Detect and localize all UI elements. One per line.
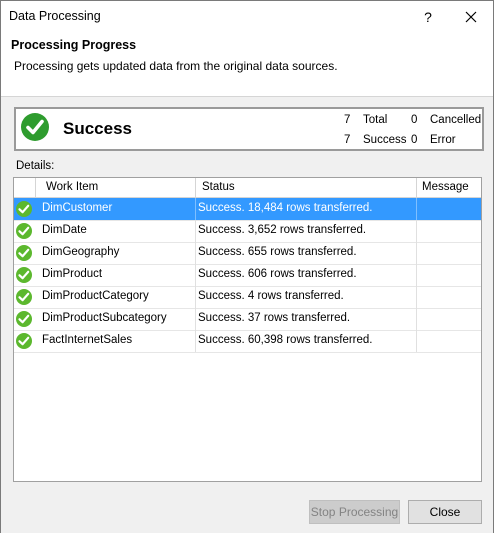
work-item-cell: DimProductCategory	[42, 290, 149, 302]
total-count: 7	[344, 114, 351, 126]
close-icon	[465, 11, 477, 22]
table-row[interactable]: FactInternetSales Success. 60,398 rows t…	[14, 330, 481, 353]
cell-separator	[195, 308, 196, 330]
success-check-icon	[16, 311, 32, 327]
status-cell: Success. 60,398 rows transferred.	[198, 334, 373, 346]
cell-separator	[416, 242, 417, 264]
body-area: Success 7 Total 0 Cancelled 7 Success 0 …	[1, 96, 493, 533]
table-row[interactable]: DimProductCategory Success. 4 rows trans…	[14, 286, 481, 309]
close-button[interactable]: Close	[408, 500, 482, 524]
column-header-status[interactable]: Status	[202, 181, 235, 193]
summary-panel: Success 7 Total 0 Cancelled 7 Success 0 …	[14, 107, 484, 151]
success-check-icon	[16, 223, 32, 239]
cell-separator	[416, 308, 417, 330]
column-separator	[416, 178, 417, 197]
cancelled-count: 0	[411, 114, 418, 126]
title-bar: Data Processing ?	[1, 1, 493, 32]
table-row[interactable]: DimCustomer Success. 18,484 rows transfe…	[14, 198, 481, 221]
table-row[interactable]: DimProduct Success. 606 rows transferred…	[14, 264, 481, 287]
table-header: Work Item Status Message	[14, 178, 481, 198]
summary-status: Success	[63, 119, 132, 138]
table-row[interactable]: DimDate Success. 3,652 rows transferred.	[14, 220, 481, 243]
success-check-icon	[16, 267, 32, 283]
column-separator	[35, 178, 36, 197]
success-count: 7	[344, 134, 351, 146]
column-separator	[195, 178, 196, 197]
cell-separator	[195, 220, 196, 242]
work-item-cell: DimGeography	[42, 246, 120, 258]
table-row[interactable]: DimProductSubcategory Success. 37 rows t…	[14, 308, 481, 331]
cell-separator	[416, 198, 417, 220]
status-cell: Success. 606 rows transferred.	[198, 268, 357, 280]
status-cell: Success. 3,652 rows transferred.	[198, 224, 367, 236]
work-item-cell: DimDate	[42, 224, 87, 236]
work-item-cell: FactInternetSales	[42, 334, 133, 346]
success-check-icon	[16, 333, 32, 349]
table-row[interactable]: DimGeography Success. 655 rows transferr…	[14, 242, 481, 265]
work-item-cell: DimProduct	[42, 268, 103, 280]
success-check-icon	[16, 289, 32, 305]
cell-separator	[416, 220, 417, 242]
success-check-icon	[16, 201, 32, 217]
close-window-button[interactable]	[450, 1, 492, 32]
cell-separator	[416, 286, 417, 308]
details-label: Details:	[16, 160, 55, 172]
page-title: Processing Progress	[11, 38, 137, 52]
error-count: 0	[411, 134, 418, 146]
cell-separator	[416, 264, 417, 286]
work-item-cell: DimCustomer	[42, 202, 113, 214]
data-processing-dialog: Data Processing ? Processing Progress Pr…	[0, 0, 494, 533]
cell-separator	[195, 264, 196, 286]
status-cell: Success. 655 rows transferred.	[198, 246, 357, 258]
success-check-icon	[21, 113, 49, 141]
total-label: Total	[363, 114, 388, 126]
page-subtitle: Processing gets updated data from the or…	[14, 59, 338, 73]
status-cell: Success. 4 rows transferred.	[198, 290, 344, 302]
status-cell: Success. 37 rows transferred.	[198, 312, 351, 324]
cell-separator	[195, 242, 196, 264]
success-check-icon	[16, 245, 32, 261]
column-header-work-item[interactable]: Work Item	[46, 181, 98, 193]
cell-separator	[195, 198, 196, 220]
window-title: Data Processing	[9, 9, 101, 23]
cancelled-label: Cancelled	[430, 114, 482, 126]
help-icon: ?	[424, 8, 432, 25]
cell-separator	[195, 286, 196, 308]
success-label: Success	[363, 134, 407, 146]
column-header-message[interactable]: Message	[422, 181, 469, 193]
cell-separator	[195, 330, 196, 352]
details-table[interactable]: Work Item Status Message DimCustomer Suc…	[13, 177, 482, 482]
status-cell: Success. 18,484 rows transferred.	[198, 202, 373, 214]
help-button[interactable]: ?	[411, 1, 445, 32]
cell-separator	[416, 330, 417, 352]
error-label: Error	[430, 134, 456, 146]
stop-processing-button[interactable]: Stop Processing	[309, 500, 400, 524]
work-item-cell: DimProductSubcategory	[42, 312, 167, 324]
header-area: Processing Progress Processing gets upda…	[1, 32, 493, 96]
